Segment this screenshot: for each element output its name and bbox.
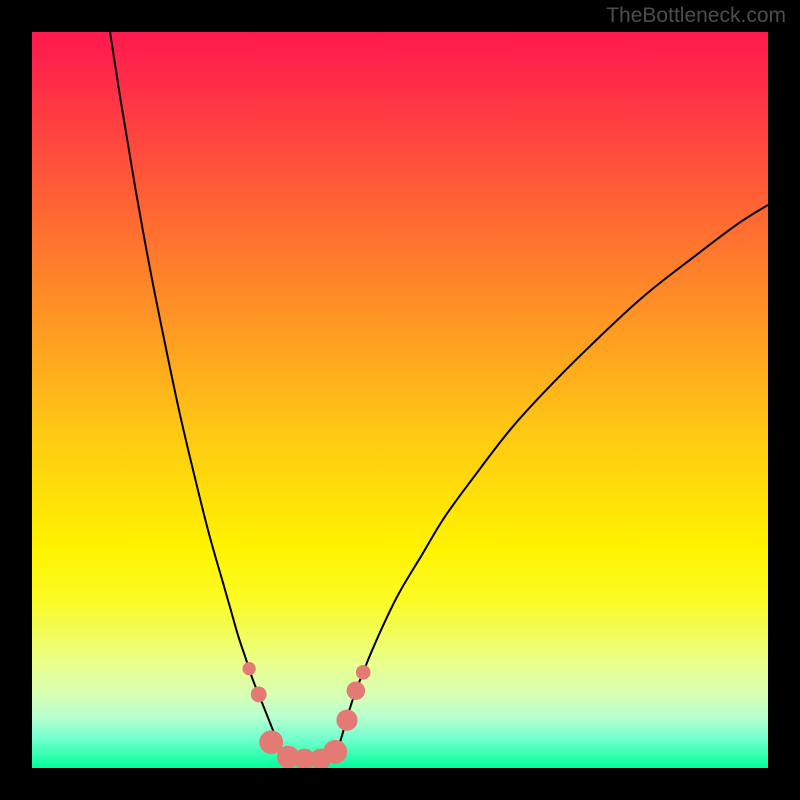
marker-point — [347, 681, 366, 700]
markers-group — [242, 662, 370, 768]
marker-point — [356, 665, 371, 680]
curve-right-branch — [334, 205, 768, 761]
marker-point — [336, 710, 357, 731]
curve-left-branch — [110, 32, 286, 761]
chart-svg — [32, 32, 768, 768]
plot-area — [32, 32, 768, 768]
watermark-text: TheBottleneck.com — [606, 4, 786, 28]
marker-point — [242, 662, 255, 675]
marker-point — [323, 740, 347, 764]
marker-point — [251, 686, 267, 702]
